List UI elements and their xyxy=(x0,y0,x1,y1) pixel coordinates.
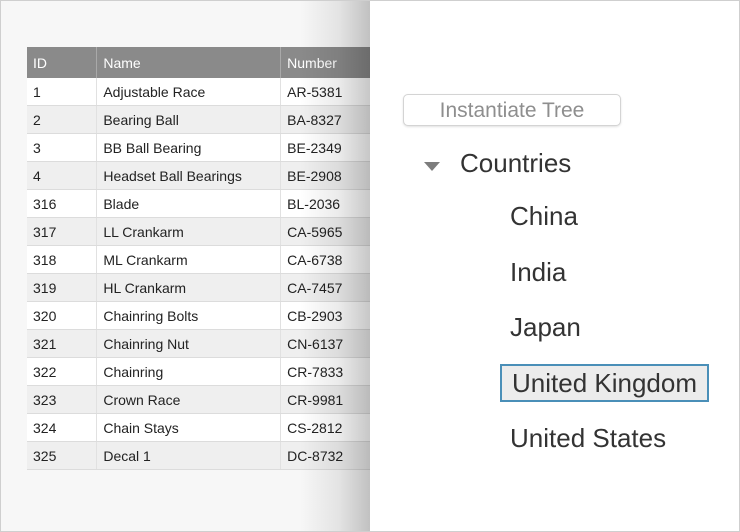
window-frame xyxy=(0,0,740,532)
